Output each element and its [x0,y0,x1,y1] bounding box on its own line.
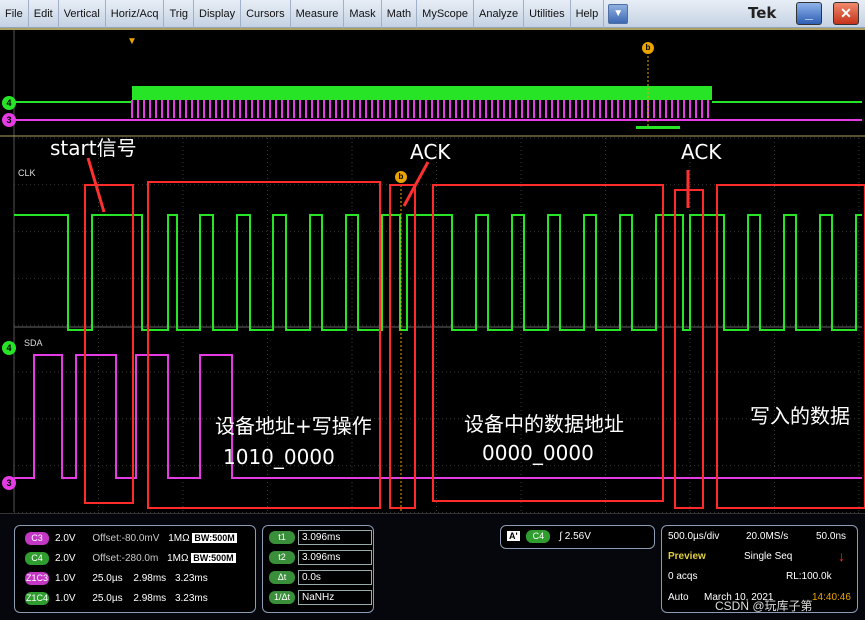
menu-item-analyze[interactable]: Analyze [474,0,525,28]
trigger-readout-panel[interactable]: A' C4 ∫ 2.56V [500,525,655,549]
sda-label: SDA [24,338,43,348]
zoom-ch3-t1: 25.0µs [92,573,123,584]
tek-logo: Tek [748,4,777,22]
timebase: 500.0µs/div [668,531,720,542]
cursor-freq-value: NaNHz [298,590,372,605]
ch4-readout[interactable]: C4 2.0V Offset:-280.0m 1MΩ BW:500M [25,552,236,565]
record-length: RL:100.0k [786,571,832,582]
annotation-box [716,184,865,509]
menu-item-mask[interactable]: Mask [344,0,382,28]
cursor-freq-row: 1/Δt NaNHz [269,590,372,605]
menu-item-help[interactable]: Help [571,0,605,28]
annotation-device-address-bits: 1010_0000 [223,445,335,469]
ch3-scale: 2.0V [55,533,76,544]
trigger-auto: Auto [668,592,689,603]
menu-item-myscope[interactable]: MyScope [417,0,475,28]
cursor-t1-label: t1 [269,531,295,544]
menu-dropdown-button[interactable]: ▼ [608,3,629,24]
zoom-window-indicator [636,126,680,129]
annotation-start: start信号 [50,136,137,160]
zoom-ch4-readout[interactable]: Z1C4 1.0V 25.0µs 2.98ms 3.23ms [25,592,208,605]
minimize-button[interactable]: _ [796,2,822,25]
zoom-ch4-t2: 2.98ms [133,593,167,604]
annotation-box [389,184,416,509]
ch4-offset: Offset:-280.0m [92,553,159,564]
cursor-b-marker-top[interactable]: b [642,42,654,54]
cursor-dt-row: Δt 0.0s [269,570,372,585]
cursor-freq-label: 1/Δt [269,591,295,604]
cursor-t1-row: t1 3.096ms [269,530,372,545]
sda-waveform [14,354,862,479]
menu-item-utilities[interactable]: Utilities [524,0,571,28]
zoom-ch4-t3: 3.23ms [174,593,208,604]
ch4-bandwidth: BW:500M [191,553,236,563]
menu-item-cursors[interactable]: Cursors [241,0,291,28]
menu-item-vertical[interactable]: Vertical [59,0,106,28]
trigger-edge-icon: ∫ [559,531,562,542]
ch4-marker-overview[interactable]: 4 [2,96,16,110]
cursor-t2-row: t2 3.096ms [269,550,372,565]
cursor-readout-panel[interactable]: t1 3.096ms t2 3.096ms Δt 0.0s 1/Δt NaNHz [262,525,374,613]
ch3-bandwidth: BW:500M [192,533,237,543]
menu-item-measure[interactable]: Measure [291,0,345,28]
annotation-memory-address-bits: 0000_0000 [482,441,594,465]
ch3-readout[interactable]: C3 2.0V Offset:-80.0mV 1MΩ BW:500M [25,532,237,545]
trigger-source[interactable]: C4 [526,530,551,543]
cursor-dt-value: 0.0s [298,570,372,585]
annotation-ack-1: ACK [410,140,451,164]
cursor-t2-value: 3.096ms [298,550,372,565]
close-button[interactable]: ✕ [833,2,859,25]
overview-ch4-burst [132,86,712,100]
menu-item-trig[interactable]: Trig [164,0,195,28]
acq-count: 0 acqs [668,571,698,582]
ch4-impedance: 1MΩ [167,553,189,564]
zoom-ch3-t3: 3.23ms [174,573,208,584]
acq-state: Preview [668,551,706,562]
cursor-b-marker[interactable]: b [395,171,407,183]
trigger-level: 2.56V [564,531,591,542]
acq-time: 14:40:46 [812,592,851,603]
ch3-offset: Offset:-80.0mV [92,533,160,544]
menu-item-math[interactable]: Math [382,0,418,28]
waveform-canvas [0,30,865,513]
annotation-write-data: 写入的数据 [750,404,850,428]
clk-waveform [14,214,862,331]
zoom-ch3-readout[interactable]: Z1C3 1.0V 25.0µs 2.98ms 3.23ms [25,572,208,585]
ch4-scale: 2.0V [55,553,76,564]
channel-readout-panel[interactable]: C3 2.0V Offset:-80.0mV 1MΩ BW:500M C4 2.0V… [14,525,256,613]
stop-icon: ↓ [838,548,845,564]
watermark: CSDN @玩库子第 [715,599,813,613]
ch4-chip[interactable]: C4 [25,552,49,565]
zoom-ch3-chip[interactable]: Z1C3 [25,572,49,585]
zoom-ch4-scale: 1.0V [55,593,76,604]
annotation-memory-address: 设备中的数据地址 [464,412,624,436]
clk-label: CLK [18,168,36,178]
annotation-device-address: 设备地址+写操作 [215,414,372,438]
scope-display: CLK SDA 4 3 4 3 ▼ b b start信号 ACK ACK 设备… [0,28,865,513]
menu-item-display[interactable]: Display [194,0,242,28]
trigger-position-marker[interactable]: ▼ [127,36,137,47]
menu-bar: File Edit Vertical Horiz/Acq Trig Display Curs… [0,0,865,28]
zoom-ch3-scale: 1.0V [55,573,76,584]
annotation-ack-2: ACK [681,140,722,164]
menu-item-file[interactable]: File [0,0,29,28]
menu-item-edit[interactable]: Edit [29,0,59,28]
cursor-t2-label: t2 [269,551,295,564]
resolution: 50.0ns [816,531,847,542]
ch3-marker[interactable]: 3 [2,476,16,490]
ch3-marker-overview[interactable]: 3 [2,113,16,127]
zoom-ch4-t1: 25.0µs [92,593,123,604]
cursor-t1-value: 3.096ms [298,530,372,545]
zoom-ch4-chip[interactable]: Z1C4 [25,592,49,605]
ch3-impedance: 1MΩ [168,533,190,544]
trigger-mode: A' [507,531,520,541]
ch4-marker[interactable]: 4 [2,341,16,355]
readout-bar: C3 2.0V Offset:-80.0mV 1MΩ BW:500M C4 2.0V… [0,513,865,620]
acq-seq: Single Seq [744,551,793,562]
sample-rate: 20.0MS/s [746,531,789,542]
zoom-ch3-t2: 2.98ms [133,573,167,584]
cursor-dt-label: Δt [269,571,295,584]
ch3-chip[interactable]: C3 [25,532,49,545]
menu-item-horiz-acq[interactable]: Horiz/Acq [106,0,165,28]
